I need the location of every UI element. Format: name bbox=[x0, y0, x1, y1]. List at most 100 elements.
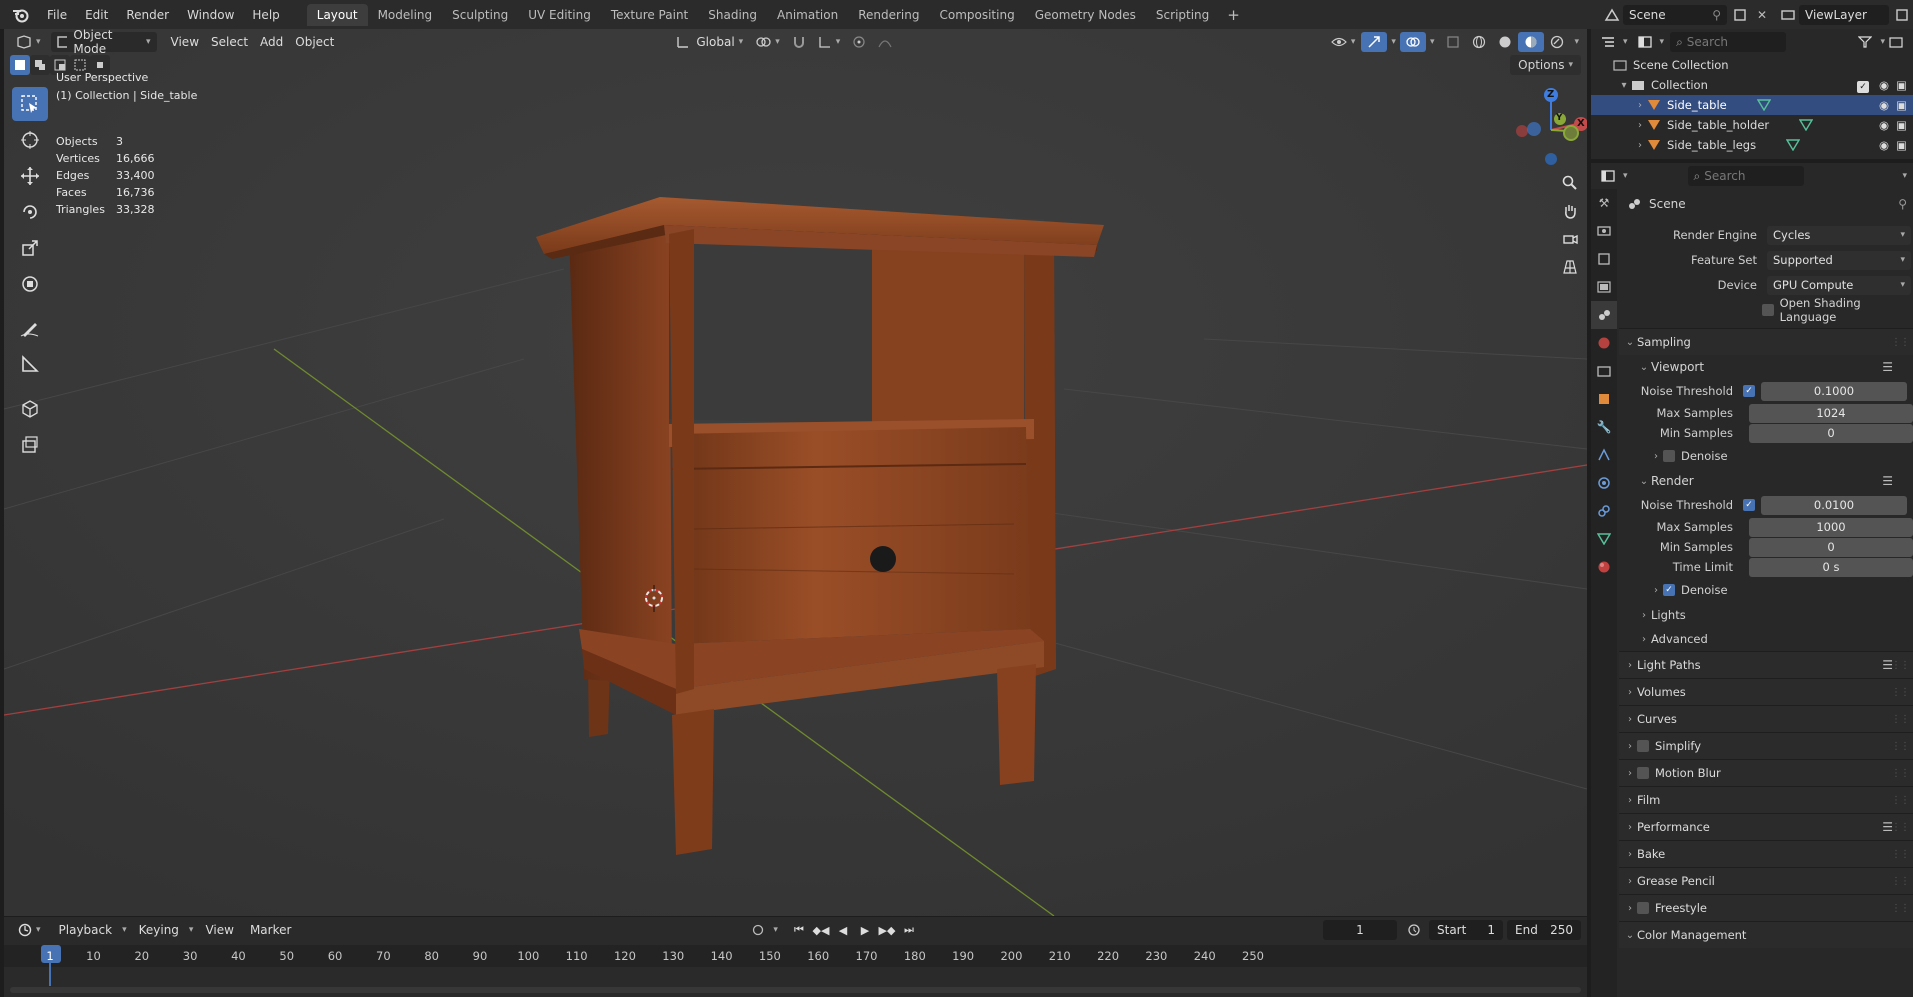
add-workspace-icon[interactable]: + bbox=[1219, 6, 1248, 24]
xray-toggle[interactable] bbox=[1440, 32, 1466, 52]
drag-handle-icon[interactable]: ⋮⋮ bbox=[1891, 337, 1910, 348]
sampling-panel-header[interactable]: ⌄ Sampling ⋮⋮ bbox=[1619, 328, 1913, 355]
tab-scripting[interactable]: Scripting bbox=[1146, 4, 1219, 26]
viewport-menu-add[interactable]: Add bbox=[254, 32, 289, 52]
viewport-denoise-checkbox[interactable] bbox=[1663, 450, 1675, 462]
gizmo-dropdown-icon[interactable]: ▾ bbox=[1391, 37, 1396, 47]
camera-icon[interactable]: ▣ bbox=[1896, 118, 1907, 132]
viewport-noise-threshold-checkbox[interactable]: ✓ bbox=[1743, 385, 1755, 397]
properties-options-dropdown-icon[interactable]: ▾ bbox=[1902, 171, 1907, 181]
perspective-toggle-icon[interactable] bbox=[1556, 253, 1584, 281]
next-keyframe-icon[interactable]: ▶◆ bbox=[876, 920, 898, 940]
start-frame-field[interactable]: Start 1 bbox=[1429, 920, 1503, 940]
object-mode-dropdown[interactable]: Object Mode ▾ bbox=[50, 29, 157, 56]
timeline-menu-playback[interactable]: Playback bbox=[53, 920, 119, 940]
volumes-panel[interactable]: › Volumes ⋮⋮ bbox=[1619, 678, 1913, 705]
presets-list-icon[interactable]: ☰ bbox=[1882, 474, 1893, 488]
solid-shading-button[interactable] bbox=[1492, 32, 1518, 52]
physics-tab-icon[interactable] bbox=[1591, 469, 1617, 497]
rendered-shading-button[interactable] bbox=[1544, 32, 1570, 52]
tab-sculpting[interactable]: Sculpting bbox=[442, 4, 518, 26]
collection-checkbox[interactable]: ✓ bbox=[1857, 78, 1869, 93]
tab-uv-editing[interactable]: UV Editing bbox=[518, 4, 601, 26]
viewport-menu-object[interactable]: Object bbox=[289, 32, 340, 52]
drag-handle-icon[interactable]: ⋮⋮ bbox=[1891, 741, 1910, 752]
tab-rendering[interactable]: Rendering bbox=[848, 4, 929, 26]
color-management-panel[interactable]: ⌄ Color Management bbox=[1619, 921, 1913, 948]
outliner-search-input[interactable]: ⌕ Search bbox=[1670, 32, 1787, 52]
timeline-menu-marker[interactable]: Marker bbox=[244, 920, 297, 940]
outliner-editor-type-icon[interactable] bbox=[1597, 32, 1619, 52]
properties-editor-type-icon[interactable] bbox=[1597, 166, 1619, 186]
bake-panel[interactable]: › Bake ⋮⋮ bbox=[1619, 840, 1913, 867]
drag-handle-icon[interactable]: ⋮⋮ bbox=[1891, 876, 1910, 887]
menu-edit[interactable]: Edit bbox=[76, 8, 117, 22]
chevron-right-icon[interactable]: › bbox=[1633, 100, 1647, 111]
tool-tab-icon[interactable]: ⚒ bbox=[1591, 189, 1617, 217]
chevron-right-icon[interactable]: › bbox=[1633, 120, 1647, 131]
transform-orientation-dropdown[interactable]: Global ▾ bbox=[670, 32, 749, 52]
move-tool[interactable] bbox=[12, 159, 48, 193]
display-mode-icon[interactable] bbox=[1634, 32, 1656, 52]
viewport-subpanel-header[interactable]: ⌄ Viewport ☰ bbox=[1619, 355, 1913, 379]
drag-handle-icon[interactable]: ⋮⋮ bbox=[1891, 714, 1910, 725]
filter-icon[interactable] bbox=[1854, 32, 1876, 52]
new-scene-icon[interactable] bbox=[1729, 5, 1751, 25]
select-extend-icon[interactable] bbox=[30, 55, 50, 75]
auto-keying-icon[interactable] bbox=[747, 920, 769, 940]
render-max-samples-field[interactable]: 1000 bbox=[1749, 517, 1913, 537]
mesh-data-icon[interactable] bbox=[1799, 119, 1814, 131]
mesh-data-icon[interactable] bbox=[1756, 99, 1771, 111]
drag-handle-icon[interactable]: ⋮⋮ bbox=[1891, 822, 1910, 833]
extrude-tool[interactable] bbox=[12, 427, 48, 461]
pivot-point-dropdown[interactable]: ▾ bbox=[749, 32, 786, 52]
timeline-ruler[interactable]: 1 10 20 30 40 50 60 70 80 90 100 110 120 130 140 150 160… bbox=[4, 945, 1587, 986]
new-collection-icon[interactable] bbox=[1885, 32, 1907, 52]
viewport-max-samples-field[interactable]: 1024 bbox=[1749, 403, 1913, 423]
scale-tool[interactable] bbox=[12, 231, 48, 265]
select-new-icon[interactable] bbox=[10, 55, 30, 75]
pan-hand-icon[interactable] bbox=[1556, 197, 1584, 225]
camera-icon[interactable]: ▣ bbox=[1896, 78, 1907, 92]
3d-viewport[interactable]: Z X Y ▾ Object Mode ▾ View Select Add Obj… bbox=[4, 29, 1587, 916]
freestyle-panel[interactable]: › Freestyle ⋮⋮ bbox=[1619, 894, 1913, 921]
device-dropdown[interactable]: GPU Compute ▾ bbox=[1767, 275, 1911, 295]
cursor-tool[interactable] bbox=[12, 123, 48, 157]
render-subpanel-header[interactable]: ⌄ Render ☰ bbox=[1619, 469, 1913, 493]
options-dropdown[interactable]: Options ▾ bbox=[1510, 55, 1581, 75]
visibility-dropdown[interactable]: ▾ bbox=[1325, 32, 1362, 52]
outliner-item-side-table-holder[interactable]: › Side_table_holder ◉ ▣ bbox=[1591, 115, 1913, 135]
collection-tab-icon[interactable] bbox=[1591, 357, 1617, 385]
prev-keyframe-icon[interactable]: ◆◀ bbox=[810, 920, 832, 940]
view-layer-icon[interactable] bbox=[1777, 5, 1799, 25]
timeline-editor-type-button[interactable]: ▾ bbox=[12, 920, 47, 940]
proportional-edit-toggle[interactable] bbox=[846, 32, 872, 52]
blender-logo-icon[interactable] bbox=[10, 4, 32, 26]
modifier-tab-icon[interactable]: 🔧 bbox=[1591, 413, 1617, 441]
lights-subpanel[interactable]: › Lights bbox=[1619, 603, 1913, 627]
measure-tool[interactable] bbox=[12, 347, 48, 381]
wireframe-shading-button[interactable] bbox=[1466, 32, 1492, 52]
camera-icon[interactable]: ▣ bbox=[1896, 98, 1907, 112]
viewport-denoise-subpanel[interactable]: › Denoise bbox=[1619, 443, 1913, 469]
outliner-item-side-table[interactable]: › Side_table ◉ ▣ bbox=[1591, 95, 1913, 115]
motion-blur-panel[interactable]: › Motion Blur ⋮⋮ bbox=[1619, 759, 1913, 786]
jump-end-icon[interactable]: ⏭ bbox=[898, 920, 920, 940]
overlay-toggle[interactable] bbox=[1399, 32, 1426, 52]
tab-geometry-nodes[interactable]: Geometry Nodes bbox=[1025, 4, 1146, 26]
editor-type-button[interactable]: ▾ bbox=[10, 32, 47, 52]
annotate-tool[interactable] bbox=[12, 311, 48, 345]
render-noise-threshold-checkbox[interactable]: ✓ bbox=[1743, 499, 1755, 511]
view-layer-tab-icon[interactable] bbox=[1591, 273, 1617, 301]
render-min-samples-field[interactable]: 0 bbox=[1749, 537, 1913, 557]
falloff-dropdown[interactable] bbox=[872, 32, 898, 52]
rotate-tool[interactable] bbox=[12, 195, 48, 229]
film-panel[interactable]: › Film ⋮⋮ bbox=[1619, 786, 1913, 813]
menu-file[interactable]: File bbox=[38, 8, 76, 22]
drag-handle-icon[interactable]: ⋮⋮ bbox=[1891, 768, 1910, 779]
tab-texture-paint[interactable]: Texture Paint bbox=[601, 4, 698, 26]
viewport-min-samples-field[interactable]: 0 bbox=[1749, 423, 1913, 443]
grease-pencil-panel[interactable]: › Grease Pencil ⋮⋮ bbox=[1619, 867, 1913, 894]
menu-window[interactable]: Window bbox=[178, 8, 243, 22]
properties-type-dropdown-icon[interactable]: ▾ bbox=[1623, 171, 1628, 181]
